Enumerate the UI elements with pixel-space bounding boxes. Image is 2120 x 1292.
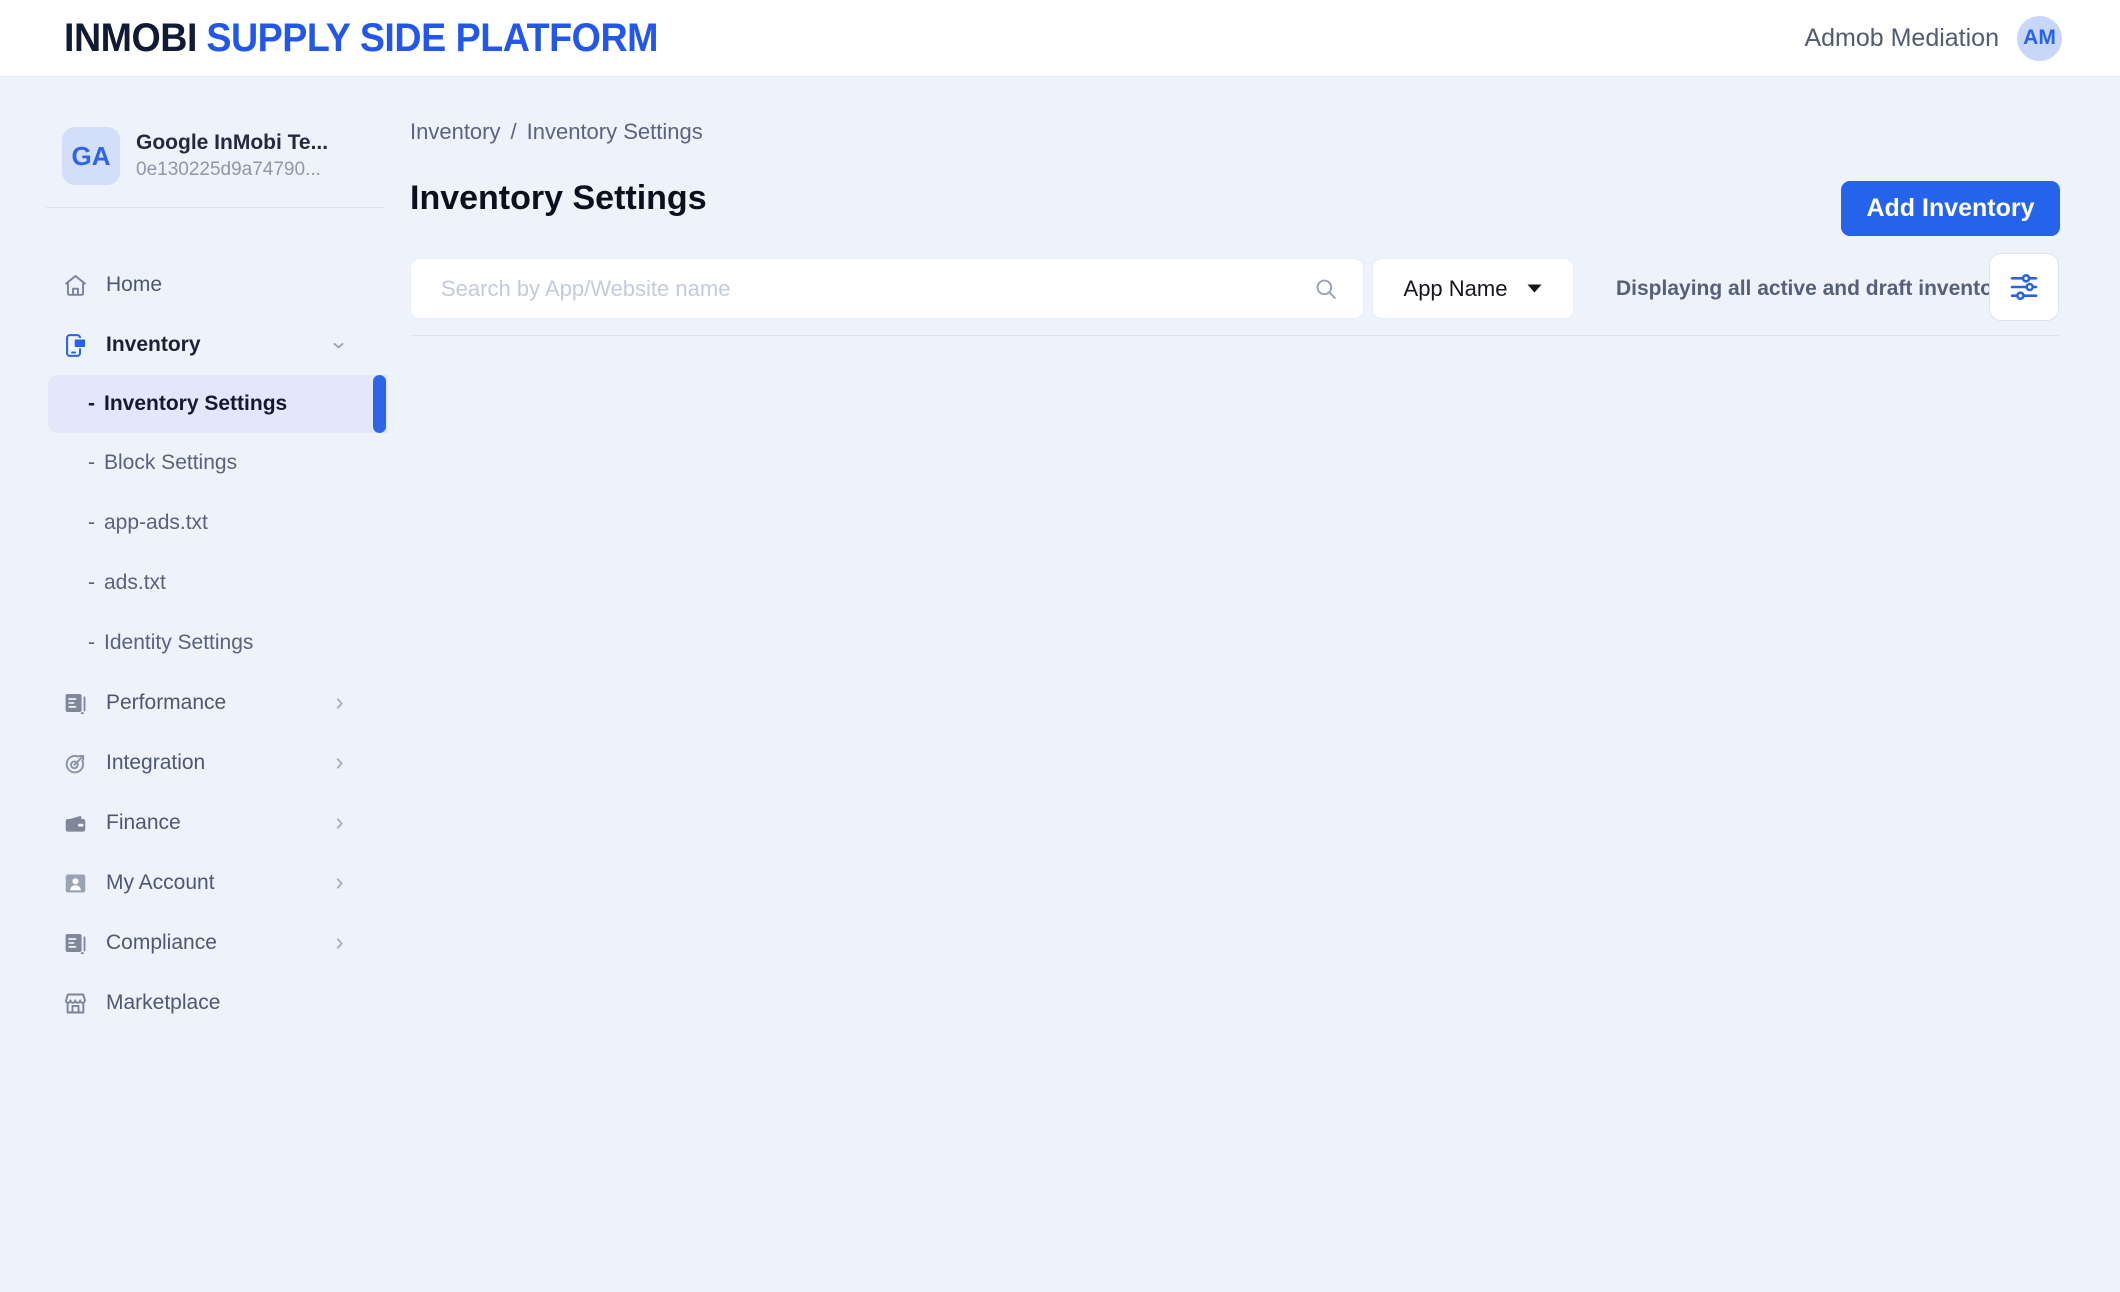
- account-card[interactable]: GA Google InMobi Te... 0e130225d9a74790.…: [0, 77, 388, 185]
- sidebar-item-label: Integration: [106, 751, 205, 775]
- chevron-right-icon: [331, 695, 348, 712]
- inventory-icon: [62, 332, 89, 359]
- home-icon: [62, 272, 89, 299]
- sub-item-label: ads.txt: [104, 571, 166, 595]
- header-user-area: Admob Mediation AM: [1804, 16, 2062, 61]
- breadcrumb-separator: /: [511, 119, 517, 144]
- sidebar-item-label: Compliance: [106, 931, 217, 955]
- inventory-status-text: Displaying all active and draft inventor…: [1616, 258, 2013, 319]
- sub-item-label: Block Settings: [104, 451, 237, 475]
- breadcrumb: Inventory / Inventory Settings: [410, 119, 703, 145]
- storefront-icon: [62, 990, 89, 1017]
- sidebar-item-inventory-settings[interactable]: - Inventory Settings: [48, 375, 388, 433]
- sidebar: GA Google InMobi Te... 0e130225d9a74790.…: [0, 77, 388, 1292]
- sidebar-divider: [46, 207, 383, 208]
- sidebar-item-marketplace[interactable]: Marketplace: [0, 973, 388, 1033]
- account-avatar: GA: [62, 127, 120, 185]
- chevron-right-icon: [331, 755, 348, 772]
- report-icon: [62, 690, 89, 717]
- page-title: Inventory Settings: [410, 179, 707, 218]
- search-input[interactable]: [441, 276, 1299, 302]
- sub-item-label: Identity Settings: [104, 631, 253, 655]
- sidebar-item-identity-settings[interactable]: - Identity Settings: [0, 613, 388, 673]
- sidebar-item-my-account[interactable]: My Account: [0, 853, 388, 913]
- breadcrumb-parent[interactable]: Inventory: [410, 119, 501, 144]
- sub-item-dash: -: [88, 511, 95, 535]
- target-icon: [62, 750, 89, 777]
- account-id: 0e130225d9a74790...: [136, 157, 328, 183]
- logo-secondary: SUPPLY SIDE PLATFORM: [206, 16, 658, 60]
- user-name: Admob Mediation: [1804, 24, 1999, 53]
- active-item-indicator: [373, 375, 386, 433]
- filter-button[interactable]: [1989, 253, 2059, 321]
- chevron-right-icon: [331, 875, 348, 892]
- dropdown-selected-value: App Name: [1404, 276, 1508, 302]
- add-inventory-button[interactable]: Add Inventory: [1841, 181, 2060, 236]
- sub-item-label: Inventory Settings: [104, 392, 287, 416]
- chevron-right-icon: [331, 935, 348, 952]
- app-logo: INMOBISUPPLY SIDE PLATFORM: [64, 16, 658, 61]
- sidebar-item-app-ads-txt[interactable]: - app-ads.txt: [0, 493, 388, 553]
- chevron-down-icon: [329, 336, 348, 355]
- caret-down-icon: [1527, 284, 1542, 293]
- sidebar-item-label: Inventory: [106, 333, 201, 357]
- sub-item-dash: -: [88, 451, 95, 475]
- account-name: Google InMobi Te...: [136, 129, 328, 157]
- sidebar-item-compliance[interactable]: Compliance: [0, 913, 388, 973]
- sidebar-item-home[interactable]: Home: [0, 255, 388, 315]
- sidebar-item-ads-txt[interactable]: - ads.txt: [0, 553, 388, 613]
- sidebar-item-label: Marketplace: [106, 991, 220, 1015]
- sub-item-label: app-ads.txt: [104, 511, 208, 535]
- search-type-dropdown[interactable]: App Name: [1372, 258, 1574, 319]
- sub-item-dash: -: [88, 571, 95, 595]
- page: INMOBISUPPLY SIDE PLATFORM Admob Mediati…: [0, 0, 2120, 1292]
- chevron-right-icon: [331, 815, 348, 832]
- sliders-icon: [2006, 269, 2042, 305]
- user-icon: [62, 870, 89, 897]
- user-avatar[interactable]: AM: [2017, 16, 2062, 61]
- document-icon: [62, 930, 89, 957]
- sub-item-dash: -: [88, 631, 95, 655]
- sidebar-item-inventory[interactable]: Inventory: [0, 315, 388, 375]
- sidebar-item-finance[interactable]: Finance: [0, 793, 388, 853]
- logo-primary: INMOBI: [64, 16, 197, 60]
- sidebar-nav: Home Inventory - Inventory Settings: [0, 255, 388, 1033]
- sidebar-item-label: My Account: [106, 871, 215, 895]
- wallet-icon: [62, 810, 89, 837]
- account-info: Google InMobi Te... 0e130225d9a74790...: [136, 129, 328, 183]
- sidebar-item-integration[interactable]: Integration: [0, 733, 388, 793]
- main-content: Inventory / Inventory Settings Inventory S…: [388, 77, 2120, 1292]
- sidebar-item-label: Finance: [106, 811, 181, 835]
- sidebar-item-performance[interactable]: Performance: [0, 673, 388, 733]
- content-divider: [410, 335, 2060, 336]
- sidebar-item-label: Performance: [106, 691, 226, 715]
- search-box: [410, 258, 1364, 319]
- breadcrumb-current: Inventory Settings: [527, 119, 703, 144]
- search-icon[interactable]: [1313, 276, 1339, 302]
- sidebar-item-label: Home: [106, 273, 162, 297]
- top-header: INMOBISUPPLY SIDE PLATFORM Admob Mediati…: [0, 0, 2120, 77]
- sub-item-dash: -: [88, 392, 95, 416]
- sidebar-item-block-settings[interactable]: - Block Settings: [0, 433, 388, 493]
